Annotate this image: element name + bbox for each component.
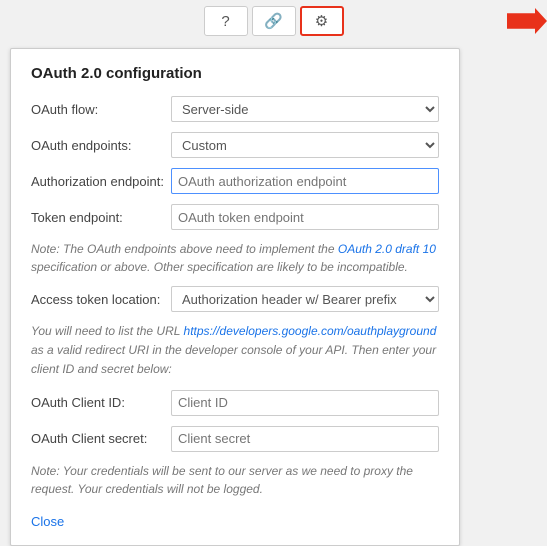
panel-title: OAuth 2.0 configuration <box>31 65 439 82</box>
note-before: Note: The OAuth endpoints above need to … <box>31 242 338 256</box>
settings-button[interactable]: ⚙ <box>300 6 344 36</box>
link-button[interactable]: 🔗 <box>252 6 296 36</box>
playground-url-link[interactable]: https://developers.google.com/oauthplayg… <box>184 324 437 338</box>
authorization-endpoint-input[interactable] <box>171 168 439 194</box>
oauth-flow-row: OAuth flow: Server-side Client-side Impl… <box>31 96 439 122</box>
oauth-draft-link[interactable]: OAuth 2.0 draft 10 <box>338 242 436 256</box>
toolbar: ? 🔗 ⚙ <box>0 0 547 42</box>
access-token-location-select[interactable]: Authorization header w/ Bearer prefix Qu… <box>171 286 439 312</box>
oauth-flow-select[interactable]: Server-side Client-side Implicit Device … <box>171 96 439 122</box>
authorization-endpoint-row: Authorization endpoint: <box>31 168 439 194</box>
access-token-location-label: Access token location: <box>31 292 171 307</box>
client-secret-input[interactable] <box>171 426 439 452</box>
redirect-info: You will need to list the URL https://de… <box>31 322 439 380</box>
client-id-label: OAuth Client ID: <box>31 395 171 410</box>
info-after: as a valid redirect URI in the developer… <box>31 343 436 376</box>
token-endpoint-label: Token endpoint: <box>31 210 171 225</box>
token-endpoint-row: Token endpoint: <box>31 204 439 230</box>
help-button[interactable]: ? <box>204 6 248 36</box>
oauth-endpoints-select[interactable]: Custom Google Facebook <box>171 132 439 158</box>
oauth-flow-label: OAuth flow: <box>31 102 171 117</box>
oauth-endpoints-label: OAuth endpoints: <box>31 138 171 153</box>
help-icon: ? <box>221 13 229 30</box>
close-link[interactable]: Close <box>31 514 64 529</box>
client-secret-row: OAuth Client secret: <box>31 426 439 452</box>
authorization-endpoint-label: Authorization endpoint: <box>31 174 171 189</box>
client-id-input[interactable] <box>171 390 439 416</box>
oauth-note: Note: The OAuth endpoints above need to … <box>31 240 439 276</box>
note-after: specification or above. Other specificat… <box>31 260 408 274</box>
oauth-endpoints-row: OAuth endpoints: Custom Google Facebook <box>31 132 439 158</box>
client-id-row: OAuth Client ID: <box>31 390 439 416</box>
settings-icon: ⚙ <box>315 12 328 30</box>
link-icon: 🔗 <box>264 12 283 30</box>
client-secret-label: OAuth Client secret: <box>31 431 171 446</box>
token-endpoint-input[interactable] <box>171 204 439 230</box>
info-before: You will need to list the URL <box>31 324 184 338</box>
credentials-note: Note: Your credentials will be sent to o… <box>31 462 439 498</box>
access-token-location-row: Access token location: Authorization hea… <box>31 286 439 312</box>
oauth-config-panel: OAuth 2.0 configuration OAuth flow: Serv… <box>10 48 460 546</box>
